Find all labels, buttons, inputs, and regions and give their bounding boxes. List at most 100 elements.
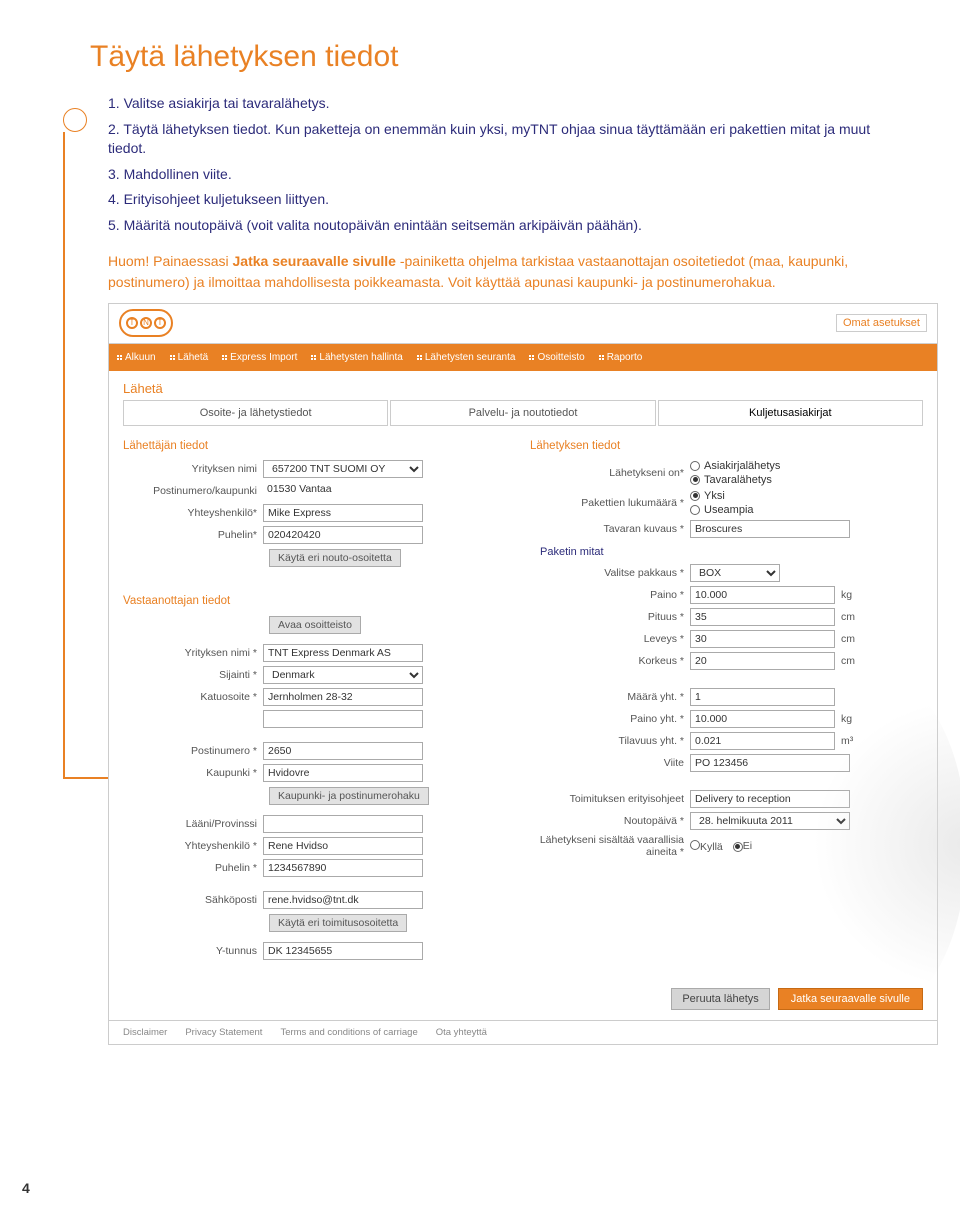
settings-link[interactable]: Omat asetukset xyxy=(836,314,927,332)
width-input[interactable] xyxy=(690,630,835,648)
recv-country-select[interactable]: Denmark xyxy=(263,666,423,684)
label-recv-vat: Y-tunnus xyxy=(123,945,263,957)
radio-icon xyxy=(690,475,700,485)
cancel-button[interactable]: Peruuta lähetys xyxy=(671,988,769,1010)
nav-tracking[interactable]: Lähetysten seuranta xyxy=(417,352,516,363)
label-reference: Viite xyxy=(530,757,690,769)
label-length: Pituus * xyxy=(530,611,690,623)
label-recv-phone: Puhelin * xyxy=(123,862,263,874)
height-input[interactable] xyxy=(690,652,835,670)
goods-desc-input[interactable] xyxy=(690,520,850,538)
nav-send[interactable]: Lähetä xyxy=(170,352,209,363)
label-recv-street: Katuosoite * xyxy=(123,691,263,703)
recv-email-input[interactable] xyxy=(263,891,423,909)
nav-home[interactable]: Alkuun xyxy=(117,352,156,363)
radio-icon xyxy=(733,842,743,852)
label-qty-total: Määrä yht. * xyxy=(530,691,690,703)
recv-phone-input[interactable] xyxy=(263,859,423,877)
note-bold: Jatka seuraavalle sivulle xyxy=(233,253,396,269)
label-recv-country: Sijainti * xyxy=(123,669,263,681)
label-volume-total: Tilavuus yht. * xyxy=(530,735,690,747)
open-addressbook-button[interactable]: Avaa osoitteisto xyxy=(269,616,361,634)
shipment-section-title: Lähetyksen tiedot xyxy=(530,440,923,452)
unit-kg: kg xyxy=(841,713,852,725)
weight-input[interactable] xyxy=(690,586,835,604)
reference-input[interactable] xyxy=(690,754,850,772)
label-recv-contact: Yhteyshenkilö * xyxy=(123,840,263,852)
footer-terms[interactable]: Terms and conditions of carriage xyxy=(280,1027,417,1038)
label-dangerous: Lähetykseni sisältää vaarallisia aineita… xyxy=(530,834,690,859)
label-recv-email: Sähköposti xyxy=(123,894,263,906)
label-pkg-select: Valitse pakkaus * xyxy=(530,567,690,579)
radio-qty-more[interactable]: Useampia xyxy=(690,504,754,516)
pickup-date-select[interactable]: 28. helmikuuta 2011 xyxy=(690,812,850,830)
recv-postal-input[interactable] xyxy=(263,742,423,760)
qty-total-input[interactable] xyxy=(690,688,835,706)
label-recv-company: Yrityksen nimi * xyxy=(123,647,263,659)
app-footer: Disclaimer Privacy Statement Terms and c… xyxy=(109,1020,937,1044)
recv-street2-input[interactable] xyxy=(263,710,423,728)
alt-delivery-button[interactable]: Käytä eri toimitusosoitetta xyxy=(269,914,407,932)
recv-city-input[interactable] xyxy=(263,764,423,782)
nav-addressbook[interactable]: Osoitteisto xyxy=(529,352,584,363)
steps-list: 1. Valitse asiakirja tai tavaralähetys. … xyxy=(90,94,910,236)
footer-disclaimer[interactable]: Disclaimer xyxy=(123,1027,167,1038)
nav-express-import[interactable]: Express Import xyxy=(222,352,297,363)
step-2-highlight-circle xyxy=(63,108,87,132)
label-width: Leveys * xyxy=(530,633,690,645)
alt-pickup-button[interactable]: Käytä eri nouto-osoitetta xyxy=(269,549,401,567)
nav-reports[interactable]: Raporto xyxy=(599,352,643,363)
radio-danger-no[interactable]: Ei xyxy=(733,840,752,852)
page-title: Täytä lähetyksen tiedot xyxy=(90,40,910,74)
step-1: 1. Valitse asiakirja tai tavaralähetys. xyxy=(108,94,910,114)
volume-total-input[interactable] xyxy=(690,732,835,750)
footer-privacy[interactable]: Privacy Statement xyxy=(185,1027,262,1038)
send-section-title: Lähetä xyxy=(109,371,937,400)
radio-type-goods[interactable]: Tavaralähetys xyxy=(690,474,780,486)
page-number: 4 xyxy=(22,1180,30,1196)
weight-total-input[interactable] xyxy=(690,710,835,728)
nav-shipment-mgmt[interactable]: Lähetysten hallinta xyxy=(311,352,402,363)
label-recv-province: Lääni/Provinssi xyxy=(123,818,263,830)
sender-company-select[interactable]: 657200 TNT SUOMI OY xyxy=(263,460,423,478)
recv-vat-input[interactable] xyxy=(263,942,423,960)
receiver-section-title: Vastaanottajan tiedot xyxy=(123,595,516,607)
main-nav: Alkuun Lähetä Express Import Lähetysten … xyxy=(109,344,937,371)
length-input[interactable] xyxy=(690,608,835,626)
tab-address[interactable]: Osoite- ja lähetystiedot xyxy=(123,400,388,426)
label-ship-type: Lähetykseni on* xyxy=(530,467,690,479)
unit-cm: cm xyxy=(841,611,855,623)
sender-section-title: Lähettäjän tiedot xyxy=(123,440,516,452)
footer-contact[interactable]: Ota yhteyttä xyxy=(436,1027,487,1038)
label-height: Korkeus * xyxy=(530,655,690,667)
tab-documents[interactable]: Kuljetusasiakirjat xyxy=(658,400,923,426)
unit-cm: cm xyxy=(841,633,855,645)
app-screenshot: TNT Omat asetukset Alkuun Lähetä Express… xyxy=(108,303,938,1045)
tab-service[interactable]: Palvelu- ja noutotiedot xyxy=(390,400,655,426)
dims-title: Paketin mitat xyxy=(540,546,923,558)
unit-cm: cm xyxy=(841,655,855,667)
recv-company-input[interactable] xyxy=(263,644,423,662)
instructions-input[interactable] xyxy=(690,790,850,808)
radio-qty-one[interactable]: Yksi xyxy=(690,490,754,502)
sender-postal-city: 01530 Vantaa xyxy=(263,482,423,500)
next-button[interactable]: Jatka seuraavalle sivulle xyxy=(778,988,923,1010)
recv-province-input[interactable] xyxy=(263,815,423,833)
radio-type-doc[interactable]: Asiakirjalähetys xyxy=(690,460,780,472)
city-postal-lookup-button[interactable]: Kaupunki- ja postinumerohaku xyxy=(269,787,429,805)
sender-contact-input[interactable] xyxy=(263,504,423,522)
label-contact: Yhteyshenkilö* xyxy=(123,507,263,519)
recv-contact-input[interactable] xyxy=(263,837,423,855)
action-bar: Peruuta lähetys Jatka seuraavalle sivull… xyxy=(109,978,937,1020)
label-pkg-count: Pakettien lukumäärä * xyxy=(530,497,690,509)
recv-street-input[interactable] xyxy=(263,688,423,706)
step-4: 4. Erityisohjeet kuljetukseen liittyen. xyxy=(108,190,910,210)
pkg-select[interactable]: BOX xyxy=(690,564,780,582)
radio-icon xyxy=(690,491,700,501)
radio-danger-yes[interactable]: Kyllä xyxy=(690,840,723,853)
label-recv-city: Kaupunki * xyxy=(123,767,263,779)
radio-icon xyxy=(690,461,700,471)
sender-phone-input[interactable] xyxy=(263,526,423,544)
step-3: 3. Mahdollinen viite. xyxy=(108,165,910,185)
step-5: 5. Määritä noutopäivä (voit valita nouto… xyxy=(108,216,910,236)
